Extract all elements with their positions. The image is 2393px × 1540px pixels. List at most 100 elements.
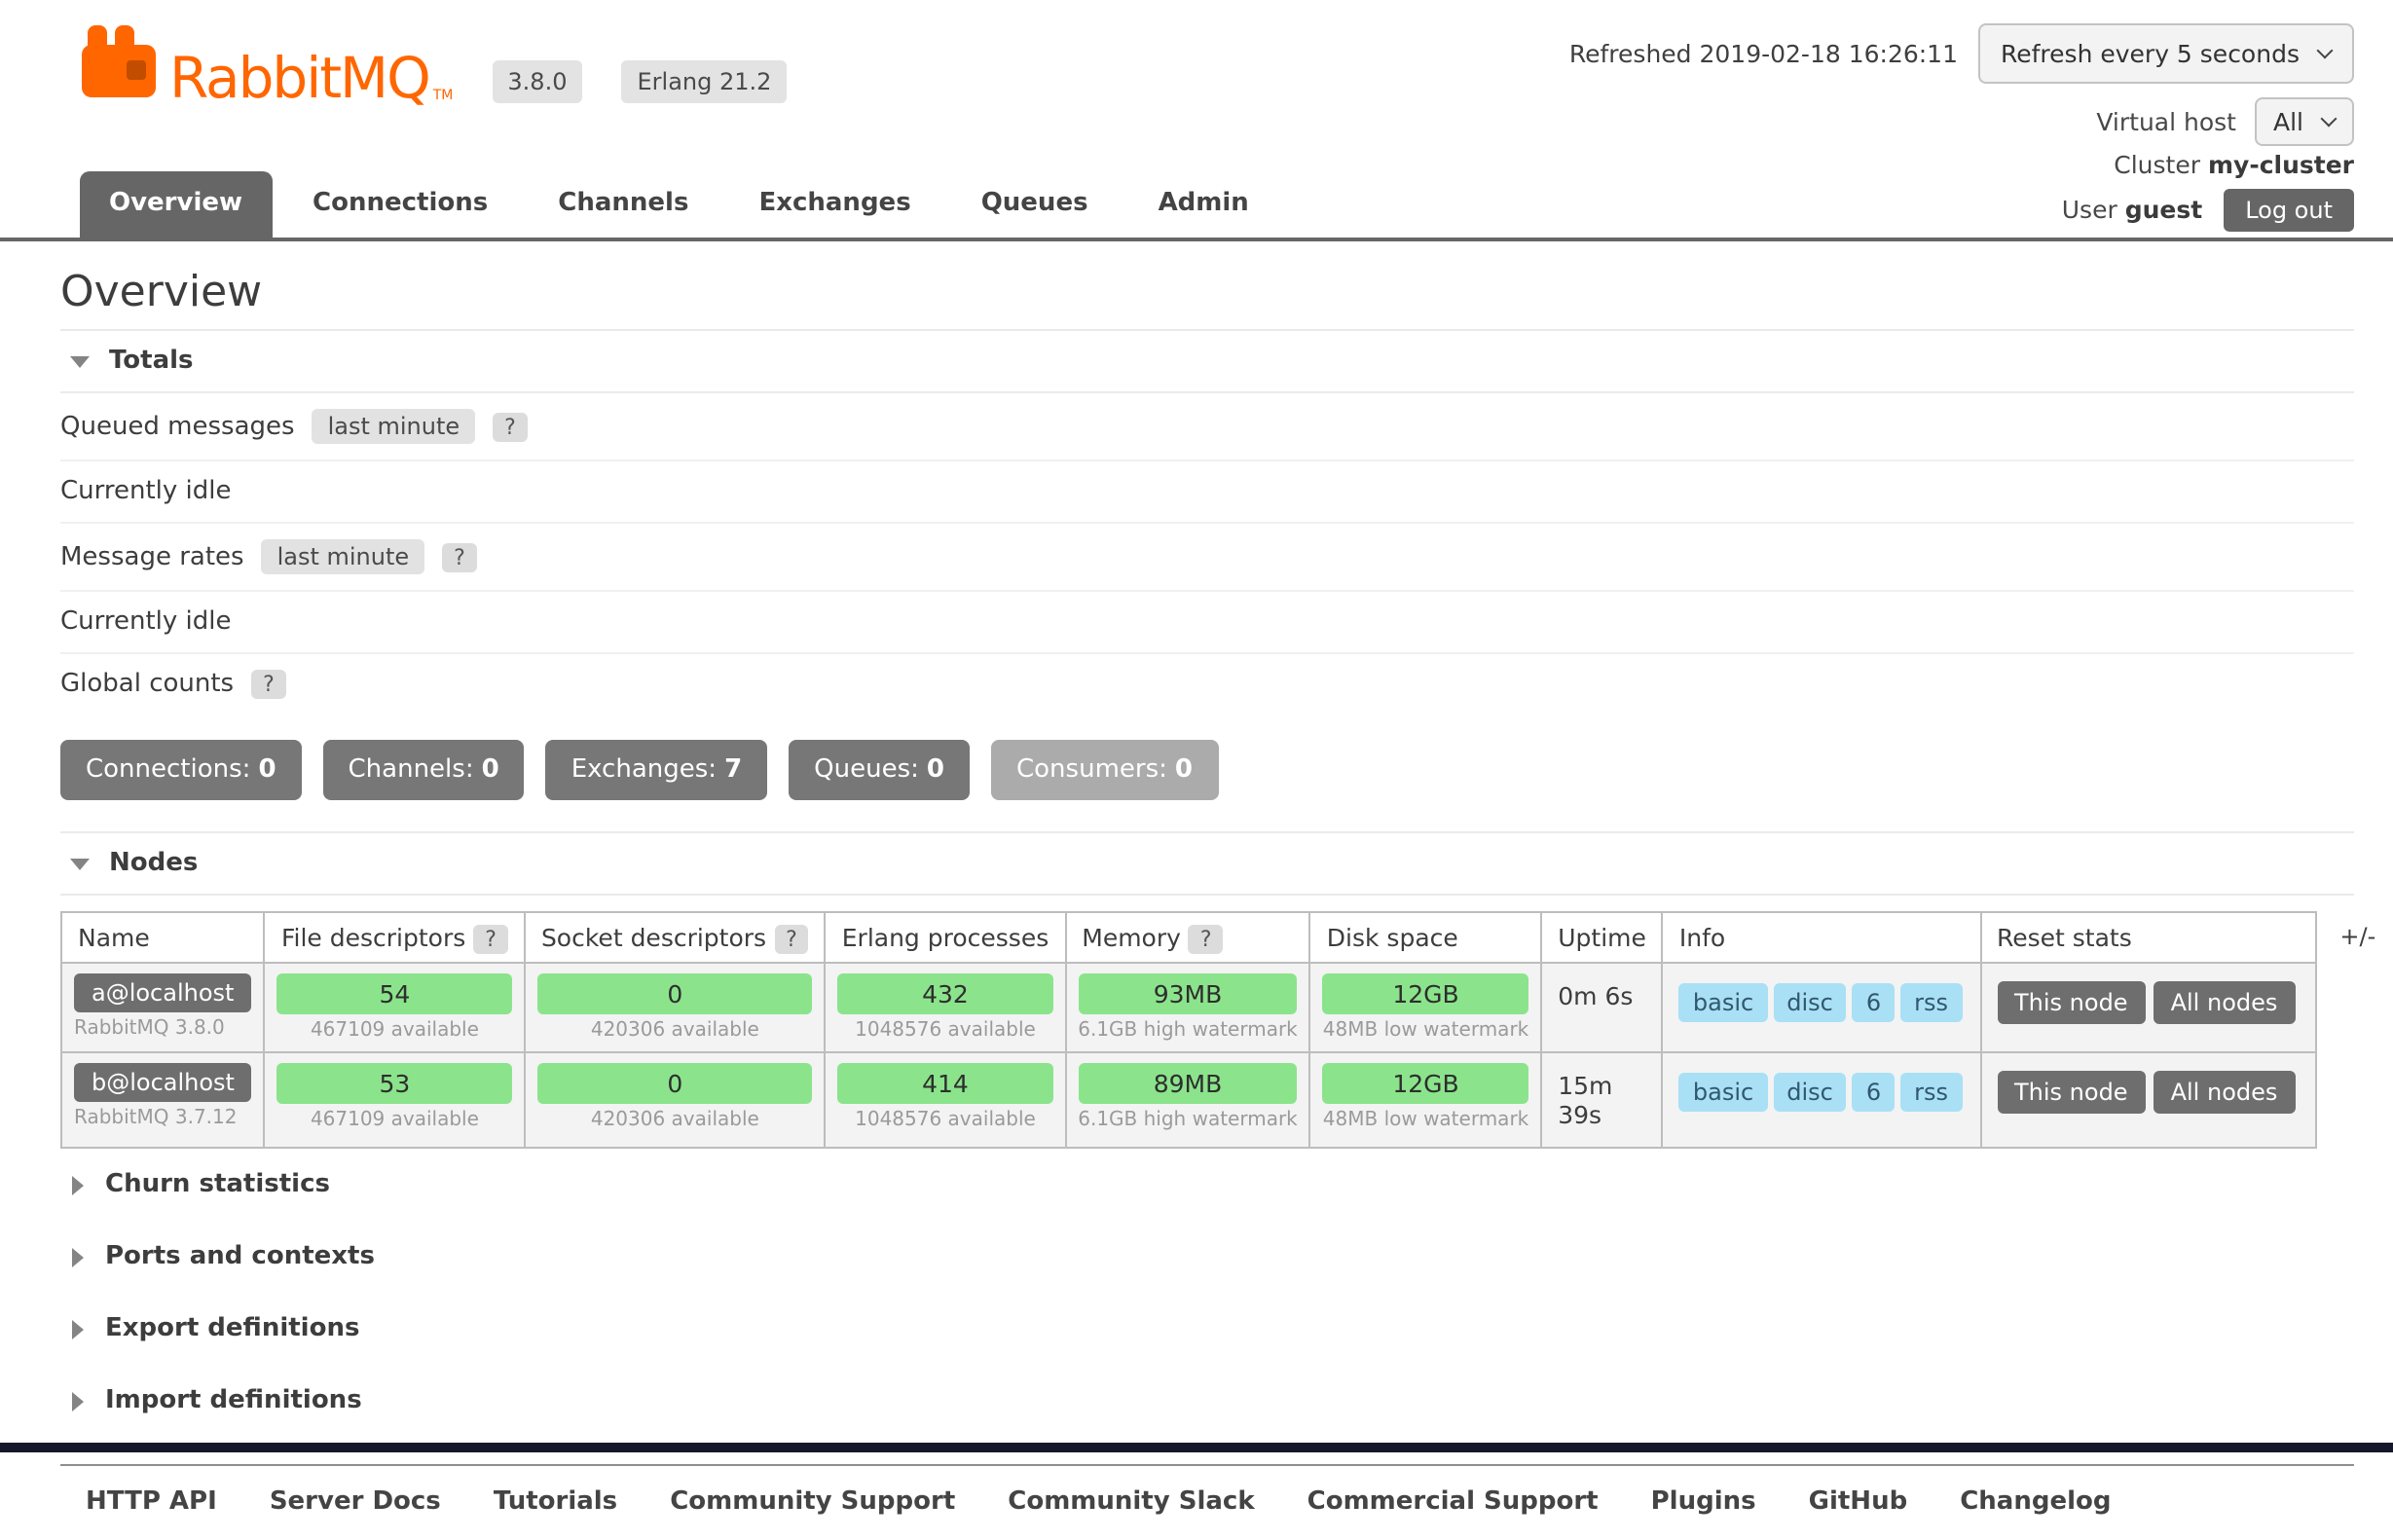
col-uptime: Uptime bbox=[1541, 912, 1663, 963]
import-definitions-section[interactable]: Import definitions bbox=[60, 1365, 2354, 1437]
tab-overview[interactable]: Overview bbox=[80, 171, 272, 238]
queued-idle-row: Currently idle bbox=[60, 461, 2354, 524]
virtual-host-value: All bbox=[2273, 107, 2303, 136]
reset-all-nodes-button[interactable]: All nodes bbox=[2154, 1071, 2296, 1114]
col-reset-stats: Reset stats bbox=[1980, 912, 2315, 963]
nodes-table-wrap: Name File descriptors ? Socket descripto… bbox=[60, 911, 2354, 1149]
period-badge[interactable]: last minute bbox=[262, 539, 425, 574]
info-tag: rss bbox=[1900, 983, 1962, 1022]
cluster-line: Cluster my-cluster bbox=[2114, 150, 2354, 179]
counter-label: Exchanges: bbox=[571, 755, 717, 785]
counter-value: 0 bbox=[258, 755, 276, 785]
usage-bar: 414 bbox=[838, 1063, 1053, 1104]
reset-this-node-button[interactable]: This node bbox=[1997, 1071, 2146, 1114]
nodes-section-title: Nodes bbox=[109, 849, 198, 878]
logout-button[interactable]: Log out bbox=[2224, 189, 2354, 232]
global-counts-row: Global counts ? bbox=[60, 654, 2354, 715]
watermark-label: 6.1GB high watermark bbox=[1078, 1020, 1298, 1042]
totals-section-header[interactable]: Totals bbox=[60, 329, 2354, 393]
footer-link-community-slack[interactable]: Community Slack bbox=[1008, 1487, 1254, 1517]
global-counts-label: Global counts bbox=[60, 670, 234, 699]
export-definitions-section[interactable]: Export definitions bbox=[60, 1293, 2354, 1365]
triangle-right-icon bbox=[72, 1319, 84, 1338]
counter-value: 0 bbox=[1175, 755, 1193, 785]
main-nav: Overview Connections Channels Exchanges … bbox=[80, 171, 1278, 238]
col-disk-space: Disk space bbox=[1310, 912, 1541, 963]
footer-link-community-support[interactable]: Community Support bbox=[670, 1487, 955, 1517]
help-icon[interactable]: ? bbox=[251, 670, 286, 699]
cluster-user-block: Cluster my-cluster User guest Log out bbox=[2062, 150, 2354, 238]
help-icon[interactable]: ? bbox=[442, 542, 477, 571]
main-content: Overview Totals Queued messages last min… bbox=[0, 269, 2393, 1437]
footer-link-http-api[interactable]: HTTP API bbox=[86, 1487, 217, 1517]
node-version: RabbitMQ 3.7.12 bbox=[74, 1108, 252, 1129]
totals-section-title: Totals bbox=[109, 347, 194, 376]
info-tag: disc bbox=[1773, 983, 1847, 1022]
col-file-descriptors: File descriptors ? bbox=[265, 912, 525, 963]
tab-connections[interactable]: Connections bbox=[283, 171, 517, 238]
tab-admin[interactable]: Admin bbox=[1129, 171, 1278, 238]
currently-idle-label: Currently idle bbox=[60, 607, 232, 637]
node-name-cell: b@localhost RabbitMQ 3.7.12 bbox=[61, 1052, 265, 1148]
erlang-processes-cell: 414 1048576 available bbox=[826, 1052, 1066, 1148]
erlang-version-badge: Erlang 21.2 bbox=[622, 60, 788, 103]
footer-link-commercial-support[interactable]: Commercial Support bbox=[1307, 1487, 1599, 1517]
brand: RabbitMQ TM 3.8.0 Erlang 21.2 bbox=[80, 23, 787, 107]
user-name: guest bbox=[2125, 195, 2203, 224]
node-version: RabbitMQ 3.8.0 bbox=[74, 1018, 252, 1040]
consumers-counter[interactable]: Consumers:0 bbox=[991, 740, 1218, 800]
usage-bar: 12GB bbox=[1323, 973, 1528, 1014]
section-title: Import definitions bbox=[105, 1386, 362, 1415]
footer-link-changelog[interactable]: Changelog bbox=[1960, 1487, 2111, 1517]
triangle-right-icon bbox=[72, 1247, 84, 1266]
section-title: Ports and contexts bbox=[105, 1242, 375, 1271]
info-tag: 6 bbox=[1853, 983, 1895, 1022]
footer-link-github[interactable]: GitHub bbox=[1809, 1487, 1908, 1517]
node-name-badge[interactable]: b@localhost bbox=[74, 1063, 252, 1102]
reset-this-node-button[interactable]: This node bbox=[1997, 981, 2146, 1024]
refresh-interval-select[interactable]: Refresh every 5 seconds bbox=[1977, 23, 2354, 84]
refresh-line: Refreshed 2019-02-18 16:26:11 Refresh ev… bbox=[1569, 23, 2354, 84]
available-label: 1048576 available bbox=[838, 1110, 1053, 1131]
nav-row: Overview Connections Channels Exchanges … bbox=[0, 150, 2393, 241]
disk-space-cell: 12GB 48MB low watermark bbox=[1310, 1052, 1541, 1148]
tab-queues[interactable]: Queues bbox=[952, 171, 1118, 238]
node-name-badge[interactable]: a@localhost bbox=[74, 973, 251, 1012]
tab-exchanges[interactable]: Exchanges bbox=[729, 171, 939, 238]
nodes-section-header[interactable]: Nodes bbox=[60, 831, 2354, 896]
usage-bar: 0 bbox=[537, 973, 813, 1014]
footer-link-plugins[interactable]: Plugins bbox=[1651, 1487, 1756, 1517]
nodes-header-row: Name File descriptors ? Socket descripto… bbox=[61, 912, 2315, 963]
reset-all-nodes-button[interactable]: All nodes bbox=[2154, 981, 2296, 1024]
file-descriptors-cell: 53 467109 available bbox=[265, 1052, 525, 1148]
help-icon[interactable]: ? bbox=[473, 925, 508, 954]
tab-channels[interactable]: Channels bbox=[529, 171, 718, 238]
churn-statistics-section[interactable]: Churn statistics bbox=[60, 1149, 2354, 1221]
col-name: Name bbox=[61, 912, 265, 963]
ports-and-contexts-section[interactable]: Ports and contexts bbox=[60, 1221, 2354, 1293]
channels-counter[interactable]: Channels:0 bbox=[323, 740, 525, 800]
info-tag: disc bbox=[1773, 1073, 1847, 1112]
footer-link-server-docs[interactable]: Server Docs bbox=[270, 1487, 441, 1517]
connections-counter[interactable]: Connections:0 bbox=[60, 740, 302, 800]
period-badge[interactable]: last minute bbox=[313, 409, 476, 444]
queued-messages-row: Queued messages last minute ? bbox=[60, 393, 2354, 461]
rates-idle-row: Currently idle bbox=[60, 592, 2354, 654]
virtual-host-select[interactable]: All bbox=[2254, 97, 2354, 146]
help-icon[interactable]: ? bbox=[493, 412, 528, 441]
info-tag: basic bbox=[1679, 1073, 1767, 1112]
info-cell: basicdisc6rss bbox=[1663, 1052, 1980, 1148]
exchanges-counter[interactable]: Exchanges:7 bbox=[546, 740, 767, 800]
help-icon[interactable]: ? bbox=[1189, 925, 1224, 954]
footer-link-tutorials[interactable]: Tutorials bbox=[494, 1487, 617, 1517]
triangle-right-icon bbox=[72, 1391, 84, 1411]
queues-counter[interactable]: Queues:0 bbox=[789, 740, 970, 800]
top-right-controls: Refreshed 2019-02-18 16:26:11 Refresh ev… bbox=[1569, 23, 2354, 146]
counter-label: Channels: bbox=[349, 755, 474, 785]
currently-idle-label: Currently idle bbox=[60, 477, 232, 506]
triangle-down-icon bbox=[70, 858, 90, 869]
column-selector-toggle[interactable]: +/- bbox=[2339, 911, 2375, 950]
usage-bar: 12GB bbox=[1323, 1063, 1528, 1104]
available-label: 467109 available bbox=[277, 1020, 512, 1042]
help-icon[interactable]: ? bbox=[774, 925, 809, 954]
